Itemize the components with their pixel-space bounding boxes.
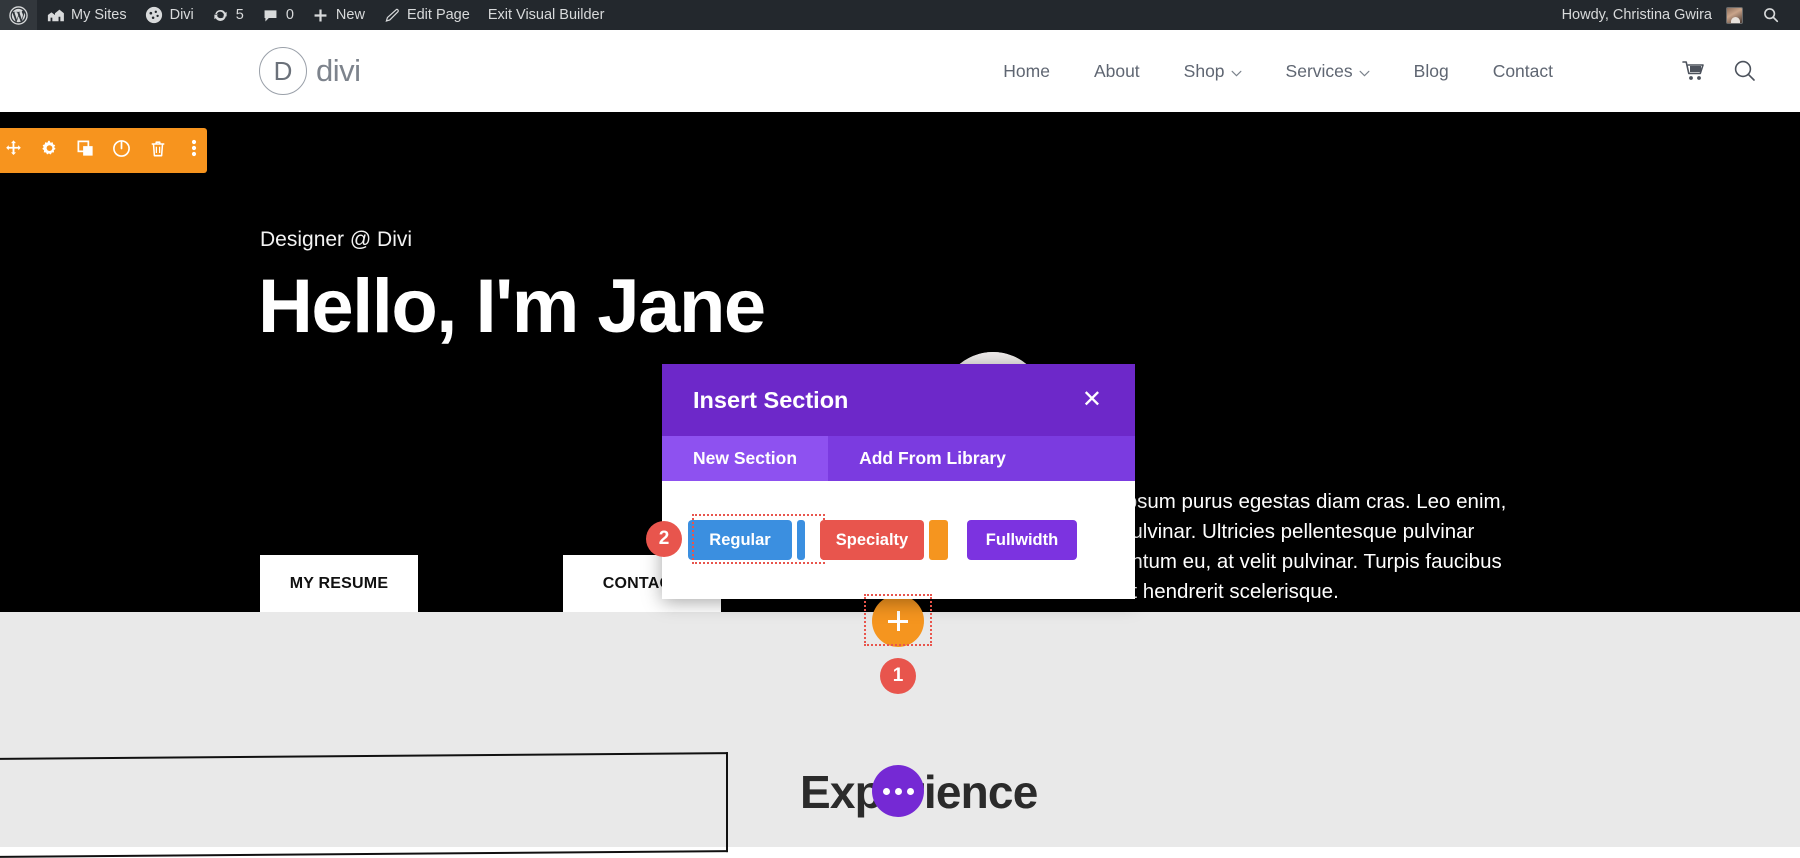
ellipsis-icon [883,788,890,795]
nav-item-services[interactable]: Services [1264,30,1392,112]
search-icon [1762,6,1780,24]
modal-tabs: New Section Add From Library [662,436,1135,481]
section-type-fullwidth-button[interactable]: Fullwidth [967,520,1077,560]
nav-item-shop[interactable]: Shop [1162,30,1264,112]
avatar [1726,7,1743,24]
section-type-label-regular: Regular [709,531,770,550]
pencil-icon [383,7,400,24]
nav-label-blog: Blog [1414,61,1449,82]
site-header: D divi Home About Shop Services Blog Con… [0,30,1800,112]
admin-bar-account[interactable]: Howdy, Christina Gwira [1553,0,1752,30]
divi-icon [145,6,163,24]
chevron-down-icon [1359,61,1370,82]
plus-icon [897,611,900,631]
hero-title: Hello, I'm Jane [258,267,765,347]
nav-label-services: Services [1286,61,1353,82]
nav-item-about[interactable]: About [1072,30,1162,112]
nav-label-contact: Contact [1493,61,1553,82]
admin-bar-label-comments: 0 [286,7,294,23]
module-outline-indicator [0,752,728,858]
plus-icon [312,7,329,24]
sites-icon [46,7,64,23]
module-more-options-button[interactable] [872,765,924,817]
duplicate-section-button[interactable] [72,136,98,166]
admin-bar-label-my-sites: My Sites [71,7,127,23]
section-more-options-button[interactable] [181,136,207,166]
admin-bar-item-new[interactable]: New [303,0,374,30]
delete-section-button[interactable] [145,136,171,166]
main-navigation: Home About Shop Services Blog Contact [981,30,1575,112]
move-arrows-icon [4,139,23,163]
admin-bar-item-my-sites[interactable]: My Sites [37,0,136,30]
admin-bar-right-group: Howdy, Christina Gwira [1553,0,1800,30]
nav-item-blog[interactable]: Blog [1392,30,1471,112]
section-type-regular-overflow[interactable] [797,520,805,560]
nav-item-contact[interactable]: Contact [1471,30,1575,112]
admin-bar-label-exit-visual-builder: Exit Visual Builder [488,7,605,23]
site-logo[interactable]: D divi [259,47,361,95]
power-icon [112,139,131,163]
admin-bar-label-new: New [336,7,365,23]
annotation-step-badge-2: 2 [646,521,682,557]
move-section-button[interactable] [0,136,26,166]
search-icon[interactable] [1732,58,1758,84]
annotation-step-badge-1: 1 [880,658,916,694]
wordpress-icon [9,6,28,25]
nav-label-home: Home [1003,61,1050,82]
ellipsis-icon [895,788,902,795]
tab-label-new-section: New Section [693,448,797,469]
section-type-regular-button[interactable]: Regular [688,520,792,560]
insert-section-modal: Insert Section ✕ New Section Add From Li… [662,364,1135,599]
section-type-label-fullwidth: Fullwidth [986,531,1058,550]
nav-item-home[interactable]: Home [981,30,1072,112]
add-section-button[interactable] [872,595,924,647]
hero-button-my-resume[interactable]: MY RESUME [260,555,418,613]
close-icon[interactable]: ✕ [1076,386,1108,414]
trash-icon [149,139,167,163]
modal-header: Insert Section ✕ [662,364,1135,436]
section-type-specialty-button[interactable]: Specialty [820,520,924,560]
admin-bar-greeting: Howdy, Christina Gwira [1562,7,1712,23]
tab-label-add-from-library: Add From Library [859,448,1006,469]
vertical-dots-icon [191,138,197,163]
tab-add-from-library[interactable]: Add From Library [828,436,1037,481]
ellipsis-icon [907,788,914,795]
admin-bar-item-updates[interactable]: 5 [203,0,253,30]
gear-icon [40,139,59,163]
logo-mark: D [259,47,307,95]
duplicate-icon [76,139,95,163]
cart-icon[interactable] [1682,60,1708,82]
admin-bar-item-exit-visual-builder[interactable]: Exit Visual Builder [479,0,614,30]
updates-icon [212,7,229,24]
nav-label-shop: Shop [1184,61,1225,82]
admin-bar-label-divi: Divi [170,7,194,23]
admin-bar-item-comments[interactable]: 0 [253,0,303,30]
nav-label-about: About [1094,61,1140,82]
admin-bar-left-group: My Sites Divi 5 0 New [0,0,613,30]
admin-bar-label-edit-page: Edit Page [407,7,470,23]
comment-icon [262,7,279,24]
hero-eyebrow: Designer @ Divi [260,228,412,252]
modal-title: Insert Section [693,387,848,414]
admin-bar-search-button[interactable] [1752,6,1794,24]
section-type-specialty-overflow[interactable] [929,520,948,560]
admin-bar-label-updates: 5 [236,7,244,23]
header-icons [1682,30,1758,112]
logo-text: divi [316,53,361,89]
section-type-label-specialty: Specialty [836,531,908,550]
chevron-down-icon [1231,61,1242,82]
section-toolbar [0,128,207,173]
admin-bar-item-divi[interactable]: Divi [136,0,203,30]
tab-new-section[interactable]: New Section [662,436,828,481]
hero-paragraph: Ipsum purus egestas diam cras. Leo enim,… [1120,487,1510,608]
admin-bar-item-wp-logo[interactable] [0,0,37,30]
wp-admin-bar: My Sites Divi 5 0 New [0,0,1800,30]
modal-body: Regular Specialty Fullwidth [662,481,1135,599]
section-settings-button[interactable] [36,136,62,166]
disable-section-button[interactable] [109,136,135,166]
hero-button-label-my-resume: MY RESUME [290,575,388,593]
admin-bar-item-edit-page[interactable]: Edit Page [374,0,479,30]
